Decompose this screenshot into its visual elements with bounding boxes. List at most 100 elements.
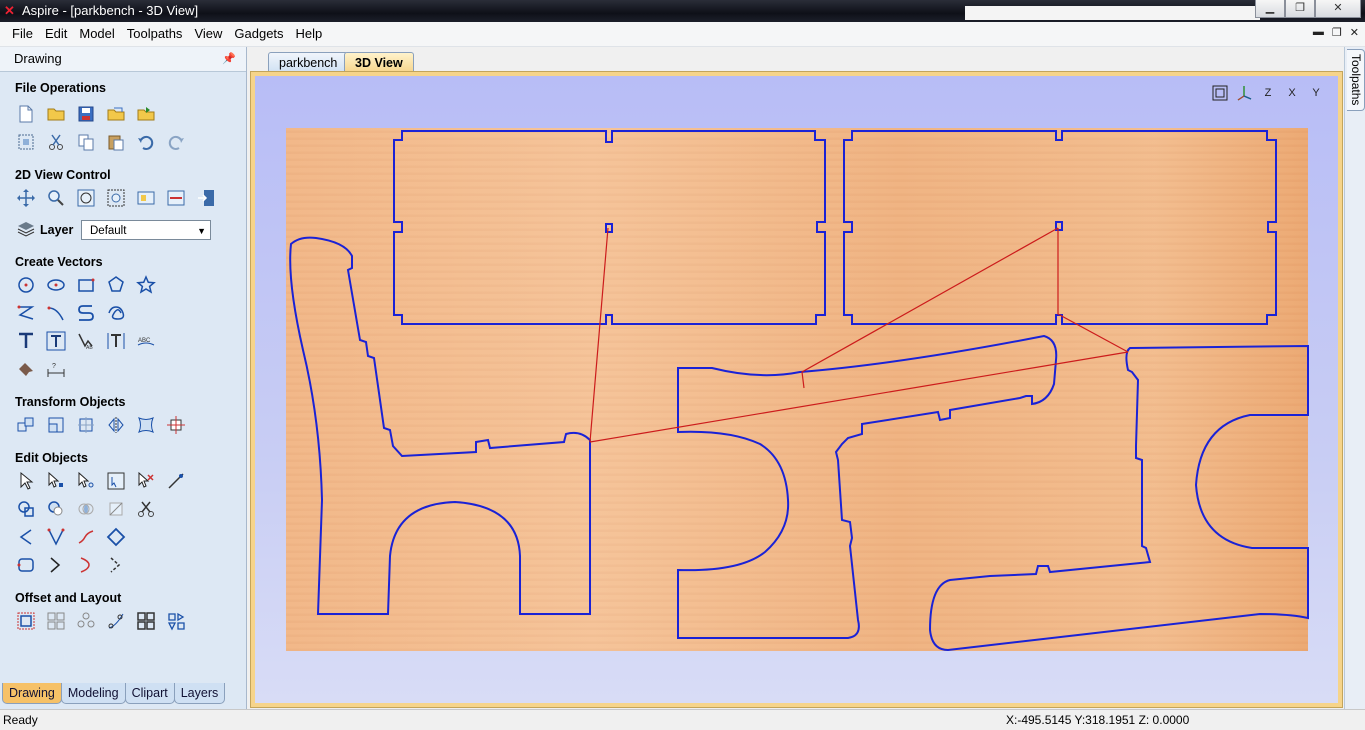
save-icon[interactable] <box>76 104 96 124</box>
y-view-icon[interactable]: Y <box>1306 83 1326 103</box>
node-edit-icon[interactable] <box>46 471 66 491</box>
curve-icon[interactable] <box>76 303 96 323</box>
tab-clipart[interactable]: Clipart <box>124 683 175 704</box>
doc-tab-3d-view[interactable]: 3D View <box>344 52 414 73</box>
menu-toolpaths[interactable]: Toolpaths <box>121 22 189 46</box>
bitmap-trace-icon[interactable] <box>16 359 36 379</box>
scale-icon[interactable] <box>46 415 66 435</box>
section-file-operations: File Operations <box>15 81 106 95</box>
extend-vector-icon[interactable] <box>46 555 66 575</box>
circular-array-icon[interactable] <box>76 611 96 631</box>
dimensions-icon[interactable]: ? <box>46 359 66 379</box>
split-vector-icon[interactable] <box>106 555 126 575</box>
distort-icon[interactable] <box>136 415 156 435</box>
tab-toolpaths[interactable]: Toolpaths <box>1347 49 1365 111</box>
text-icon[interactable] <box>16 331 36 351</box>
cut-icon[interactable] <box>46 132 66 152</box>
menu-edit[interactable]: Edit <box>39 22 73 46</box>
section-offset-layout: Offset and Layout <box>15 591 122 605</box>
rotate-icon[interactable] <box>76 415 96 435</box>
subtract-icon[interactable] <box>46 499 66 519</box>
fillet-icon[interactable] <box>106 499 126 519</box>
circle-icon[interactable] <box>16 275 36 295</box>
maximize-button[interactable]: ❐ <box>1285 0 1315 18</box>
close-vector-icon[interactable] <box>106 527 126 547</box>
join-open-vectors-icon[interactable] <box>16 527 36 547</box>
tab-layers[interactable]: Layers <box>173 683 226 704</box>
fit-view-icon[interactable] <box>1210 83 1230 103</box>
polyline-icon[interactable] <box>16 303 36 323</box>
toolpaths-panel-strip: Toolpaths <box>1344 47 1365 709</box>
layer-dropdown[interactable]: Default ▼ <box>81 220 211 240</box>
copy-icon[interactable] <box>76 132 96 152</box>
rectangle-icon[interactable] <box>76 275 96 295</box>
import-icon[interactable] <box>136 104 156 124</box>
text-arc-icon[interactable]: ABC <box>136 331 156 351</box>
mdi-restore-icon[interactable]: ❐ <box>1332 26 1342 39</box>
doc-tab-parkbench[interactable]: parkbench <box>268 52 349 73</box>
minimize-button[interactable]: ▁ <box>1255 0 1285 18</box>
mirror-icon[interactable] <box>106 415 126 435</box>
edit-objects-row1 <box>16 471 186 491</box>
select-arrow-icon[interactable] <box>16 471 36 491</box>
mdi-minimize-icon[interactable]: ▬ <box>1313 26 1324 39</box>
spiral-icon[interactable] <box>106 303 126 323</box>
node-smooth-icon[interactable] <box>46 527 66 547</box>
status-bar: Ready X:-495.5145 Y:318.1951 Z: 0.0000 <box>0 709 1365 730</box>
pan-icon[interactable] <box>16 188 36 208</box>
iso-view-icon[interactable] <box>1234 83 1254 103</box>
tab-modeling[interactable]: Modeling <box>60 683 126 704</box>
zoom-box-icon[interactable] <box>106 188 126 208</box>
undo-icon[interactable] <box>136 132 156 152</box>
toggle-view-icon[interactable] <box>196 188 216 208</box>
smooth-vector-icon[interactable] <box>16 555 36 575</box>
offset-icon[interactable] <box>16 611 36 631</box>
extend-curve-icon[interactable] <box>76 555 96 575</box>
transform-row <box>16 415 186 435</box>
menu-help[interactable]: Help <box>290 22 329 46</box>
z-view-icon[interactable]: Z <box>1258 83 1278 103</box>
menu-view[interactable]: View <box>188 22 228 46</box>
interactive-select-icon[interactable] <box>76 471 96 491</box>
nest-parts-icon[interactable] <box>136 611 156 631</box>
new-file-icon[interactable] <box>16 104 36 124</box>
paste-icon[interactable] <box>106 132 126 152</box>
autospace-text-icon[interactable] <box>106 331 126 351</box>
zoom-extents-icon[interactable] <box>76 188 96 208</box>
ellipse-icon[interactable] <box>46 275 66 295</box>
star-icon[interactable] <box>136 275 156 295</box>
x-view-icon[interactable]: X <box>1282 83 1302 103</box>
tab-drawing[interactable]: Drawing <box>2 683 62 704</box>
pin-icon[interactable]: 📌 <box>222 47 236 71</box>
open-file-icon[interactable] <box>46 104 66 124</box>
menu-gadgets[interactable]: Gadgets <box>228 22 289 46</box>
view-material-icon[interactable] <box>136 188 156 208</box>
measure-icon[interactable] <box>166 471 186 491</box>
mdi-close-icon[interactable]: ✕ <box>1350 26 1359 39</box>
view-layers-icon[interactable] <box>166 188 186 208</box>
close-button[interactable]: ✕ <box>1315 0 1361 18</box>
move-icon[interactable] <box>16 415 36 435</box>
polygon-icon[interactable] <box>106 275 126 295</box>
mdi-controls: ▬ ❐ ✕ <box>1313 26 1359 39</box>
open-folder-icon[interactable] <box>106 104 126 124</box>
select-all-icon[interactable] <box>16 132 36 152</box>
zoom-icon[interactable] <box>46 188 66 208</box>
text-on-curve-icon[interactable]: AB <box>76 331 96 351</box>
menu-file[interactable]: File <box>6 22 39 46</box>
arc-icon[interactable] <box>46 303 66 323</box>
redo-icon[interactable] <box>166 132 186 152</box>
selection-tools-icon[interactable] <box>106 471 126 491</box>
copy-along-vector-icon[interactable] <box>106 611 126 631</box>
auto-layout-icon[interactable] <box>166 611 186 631</box>
delete-selected-icon[interactable] <box>136 471 156 491</box>
curve-fit-icon[interactable] <box>76 527 96 547</box>
menu-model[interactable]: Model <box>73 22 120 46</box>
array-copy-icon[interactable] <box>46 611 66 631</box>
section-edit-objects: Edit Objects <box>15 451 88 465</box>
trim-icon[interactable] <box>136 499 156 519</box>
text-box-icon[interactable] <box>46 331 66 351</box>
intersect-icon[interactable] <box>76 499 96 519</box>
align-icon[interactable] <box>166 415 186 435</box>
weld-icon[interactable] <box>16 499 36 519</box>
